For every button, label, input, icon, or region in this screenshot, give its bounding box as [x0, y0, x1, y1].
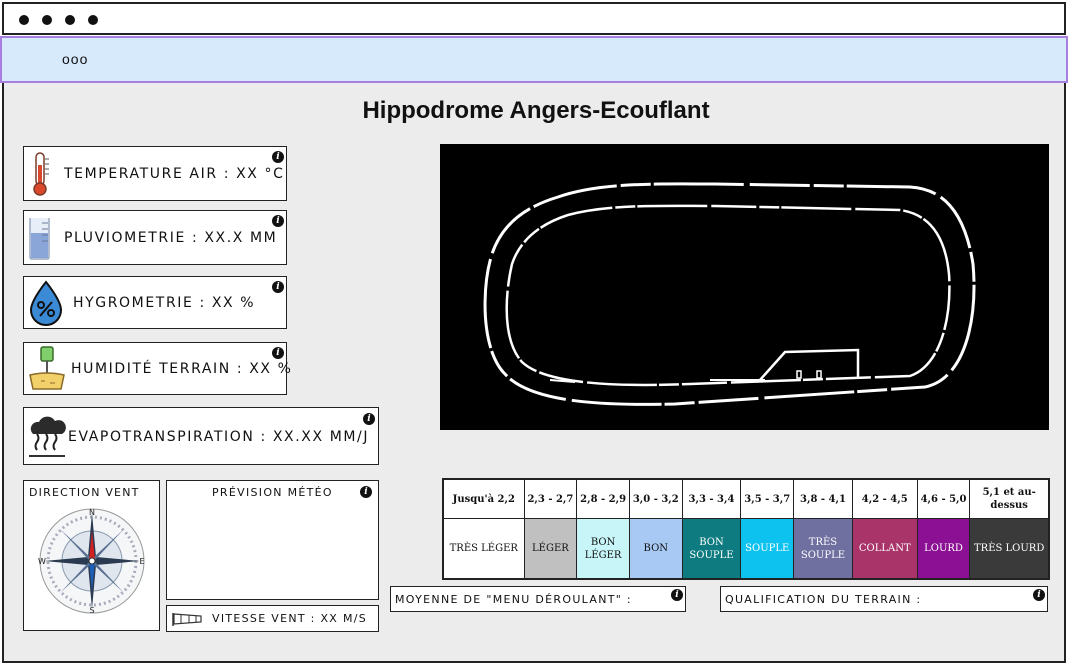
compass-rose-icon: N E S W — [38, 508, 144, 615]
scale-range-row: Jusqu'à 2,2 2,3 - 2,7 2,8 - 2,9 3,0 - 3,… — [442, 478, 1050, 520]
address-bar[interactable]: ooo — [0, 36, 1068, 83]
scale-range-cell: 5,1 et au-dessus — [969, 478, 1050, 520]
scale-range-cell: 2,8 - 2,9 — [576, 478, 630, 520]
info-icon[interactable]: i — [1033, 589, 1045, 601]
scale-range-cell: 4,6 - 5,0 — [916, 478, 971, 520]
compass-letter-w: W — [38, 557, 46, 566]
soil-probe-icon — [29, 346, 65, 390]
scale-range-cell: 2,3 - 2,7 — [523, 478, 578, 520]
window-titlebar — [2, 2, 1066, 35]
info-icon[interactable]: i — [272, 151, 284, 163]
evapotranspiration-label: EVAPOTRANSPIRATION : XX.XX MM/J — [68, 429, 370, 445]
hygrometry-label: HYGROMETRIE : XX % — [73, 295, 256, 311]
wind-speed-label: VITESSE VENT : XX M/S — [212, 612, 368, 625]
scale-quality-row: TRÈS LÉGER LÉGER BON LÉGER BON BON SOUPL… — [442, 518, 1050, 580]
page-title: Hippodrome Angers-Ecouflant — [362, 97, 710, 124]
window-dot-icon[interactable] — [19, 15, 29, 25]
scale-quality-cell: BON LÉGER — [576, 518, 630, 580]
info-icon[interactable]: i — [272, 281, 284, 293]
racetrack-outline — [483, 182, 976, 406]
average-dropdown-card[interactable]: MOYENNE DE "MENU DÉROULANT" : i — [390, 586, 686, 612]
scale-quality-cell: TRÈS LOURD — [969, 518, 1050, 580]
rain-card: PLUVIOMETRIE : XX.X MM i — [23, 210, 287, 265]
info-icon[interactable]: i — [363, 413, 375, 425]
forecast-label: PRÉVISION MÉTÉO — [212, 486, 333, 499]
window-dot-icon[interactable] — [42, 15, 52, 25]
temperature-card: TEMPERATURE AIR : XX °C i — [23, 146, 287, 201]
scale-range-cell: Jusqu'à 2,2 — [442, 478, 525, 520]
wind-speed-card: VITESSE VENT : XX M/S — [166, 605, 379, 632]
humidity-drop-icon — [29, 280, 63, 326]
scale-quality-cell: BON — [628, 518, 683, 580]
temperature-label: TEMPERATURE AIR : XX °C — [64, 166, 285, 182]
scale-range-cell: 3,8 - 4,1 — [793, 478, 853, 520]
address-text: ooo — [62, 51, 89, 67]
window-dot-icon[interactable] — [65, 15, 75, 25]
scale-quality-cell: SOUPLE — [740, 518, 795, 580]
window-dot-icon[interactable] — [88, 15, 98, 25]
compass-letter-s: S — [89, 606, 94, 615]
thermometer-icon — [33, 152, 49, 196]
info-icon[interactable]: i — [360, 486, 372, 498]
soil-humidity-card: HUMIDITÉ TERRAIN : XX % i — [23, 342, 291, 395]
evapotranspiration-card: EVAPOTRANSPIRATION : XX.XX MM/J i — [23, 407, 379, 465]
hygrometry-card: HYGROMETRIE : XX % i — [23, 276, 287, 329]
scale-quality-cell: TRÈS LÉGER — [442, 518, 525, 580]
soil-humidity-label: HUMIDITÉ TERRAIN : XX % — [71, 361, 293, 377]
scale-quality-cell: BON SOUPLE — [681, 518, 742, 580]
dashboard: Hippodrome Angers-Ecouflant TEMPERATURE … — [2, 83, 1066, 663]
wind-direction-label: DIRECTION VENT — [29, 486, 140, 499]
rain-gauge-icon — [29, 218, 50, 260]
forecast-card: PRÉVISION MÉTÉO i — [166, 480, 379, 600]
windsock-icon — [172, 613, 202, 626]
scale-range-cell: 4,2 - 4,5 — [851, 478, 918, 520]
average-label: MOYENNE DE "MENU DÉROULANT" : — [395, 593, 632, 606]
rain-label: PLUVIOMETRIE : XX.X MM — [64, 230, 278, 246]
info-icon[interactable]: i — [272, 347, 284, 359]
scale-quality-cell: LÉGER — [523, 518, 578, 580]
scale-range-cell: 3,5 - 3,7 — [740, 478, 795, 520]
qualification-label: QUALIFICATION DU TERRAIN : — [725, 593, 922, 606]
scale-quality-cell: COLLANT — [851, 518, 918, 580]
info-icon[interactable]: i — [671, 589, 683, 601]
scale-quality-cell: TRÈS SOUPLE — [793, 518, 853, 580]
wind-direction-card: DIRECTION VENT N E S W — [23, 480, 160, 631]
compass-letter-n: N — [89, 508, 95, 517]
compass-letter-e: E — [139, 557, 144, 566]
scale-range-cell: 3,0 - 3,2 — [628, 478, 683, 520]
going-scale-table: Jusqu'à 2,2 2,3 - 2,7 2,8 - 2,9 3,0 - 3,… — [442, 478, 1050, 580]
scale-range-cell: 3,3 - 3,4 — [681, 478, 742, 520]
scale-quality-cell: LOURD — [916, 518, 971, 580]
evaporation-cloud-icon — [29, 416, 66, 457]
info-icon[interactable]: i — [272, 215, 284, 227]
app-window: ooo Hippodrome Angers-Ecouflant TEMPERAT… — [0, 0, 1068, 665]
track-map — [440, 144, 1049, 430]
qualification-card: QUALIFICATION DU TERRAIN : i — [720, 586, 1048, 612]
